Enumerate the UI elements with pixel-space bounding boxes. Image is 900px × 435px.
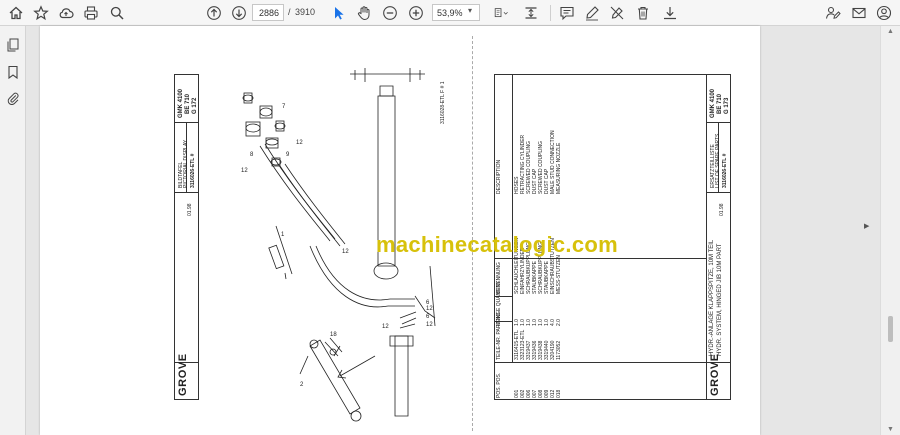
left-edition: BE 710 — [185, 93, 191, 114]
callout-12a: 12 — [296, 140, 303, 146]
scroll-thumb[interactable] — [888, 316, 893, 342]
callout-12f: 12 — [382, 324, 389, 330]
callout-18: 18 — [330, 332, 337, 338]
save-download-icon[interactable] — [660, 3, 680, 23]
previous-page-icon[interactable] — [204, 3, 224, 23]
page-thumbnails-icon[interactable] — [4, 36, 22, 54]
print-icon[interactable] — [81, 3, 101, 23]
right-brand-logo: GROVE — [709, 353, 721, 396]
zoom-search-icon[interactable] — [107, 3, 127, 23]
left-page-ref: 01.98 — [187, 203, 193, 216]
right-page-ref: 01.98 — [719, 203, 725, 216]
row-8-pos: 018 — [556, 389, 562, 398]
row-8-desc-en: MEASURING NOZZLE — [556, 142, 562, 194]
header-desc-en: DESCRIPTION — [496, 159, 502, 194]
page-separator: / — [288, 7, 291, 17]
zoom-dropdown-icon[interactable]: ▾ — [468, 6, 472, 15]
callout-6b: 6 — [426, 314, 430, 320]
row-8-desc-de: MESS-STUTZEN — [556, 255, 562, 294]
collapse-right-panel-icon[interactable]: ▶ — [864, 222, 869, 230]
scroll-down-icon[interactable]: ▼ — [887, 426, 894, 433]
callout-12d: 12 — [426, 306, 433, 312]
right-sheet-number: G 173 — [724, 97, 730, 114]
zoom-level-input[interactable] — [432, 4, 480, 21]
vertical-scrollbar[interactable]: ▲ ▼ — [880, 26, 900, 435]
hand-pan-icon[interactable] — [354, 3, 374, 23]
home-icon[interactable] — [6, 3, 26, 23]
watermark-text: machinecatalogic.com — [376, 232, 618, 257]
callout-7: 7 — [282, 104, 286, 110]
zoom-in-icon[interactable] — [406, 3, 426, 23]
select-cursor-icon[interactable] — [329, 3, 349, 23]
cloud-upload-icon[interactable] — [56, 3, 76, 23]
erase-highlight-icon[interactable] — [607, 3, 627, 23]
assembly-title-en: HYDR. SYSTEM, HINGED JIB 10M PART — [717, 243, 723, 356]
callout-12b: 12 — [241, 168, 248, 174]
left-sheet-number: G 172 — [192, 97, 198, 114]
account-icon[interactable] — [874, 3, 894, 23]
callout-12c: 12 — [342, 249, 349, 255]
row-8-qty: 2.0 — [556, 319, 562, 326]
callout-9: 9 — [286, 152, 290, 158]
bookmarks-icon[interactable] — [4, 63, 22, 81]
highlight-pen-icon[interactable] — [582, 3, 602, 23]
left-sidebar — [0, 26, 26, 435]
assembly-title-de: HYDR.-ANLAGE KLAPPSPITZE, 10M TEIL — [709, 239, 715, 356]
callout-8: 8 — [250, 152, 254, 158]
callout-2: 2 — [300, 382, 304, 388]
next-page-icon[interactable] — [229, 3, 249, 23]
row-8-part-no: 1173052 — [556, 340, 562, 360]
left-model: GMK 4100 — [178, 88, 184, 118]
delete-trash-icon[interactable] — [633, 3, 653, 23]
left-title-en: PICTORIAL DISPLAY — [183, 139, 189, 188]
left-brand-logo: GROVE — [177, 353, 189, 396]
header-desc-de: BENENNUNG — [496, 262, 502, 294]
right-part-number: 3116026-ETL # — [722, 153, 728, 188]
right-edition: BE 710 — [717, 93, 723, 114]
comment-icon[interactable] — [557, 3, 577, 23]
callout-12e: 12 — [426, 322, 433, 328]
header-pos: POS. POS. — [496, 372, 502, 398]
scroll-mode-icon[interactable] — [521, 3, 541, 23]
right-model: GMK 4100 — [710, 88, 716, 118]
attachments-icon[interactable] — [4, 89, 22, 107]
bookmark-star-icon[interactable] — [31, 3, 51, 23]
document-viewport: GMK 4100 BE 710 G 172 BILDTAFEL PICTORIA… — [26, 26, 880, 435]
page-total: 3910 — [295, 7, 316, 17]
page-view-icon[interactable] — [488, 3, 514, 23]
toolbar: / 3910 ▾ — [0, 0, 900, 26]
pdf-page: GMK 4100 BE 710 G 172 BILDTAFEL PICTORIA… — [40, 26, 760, 435]
scroll-up-icon[interactable]: ▲ — [887, 28, 894, 35]
page-number-input[interactable] — [252, 4, 284, 21]
right-title-en: LIST OF SPARE PARTS — [715, 133, 721, 188]
left-part-number: 3116026-ETL # — [190, 153, 196, 188]
sign-document-icon[interactable] — [823, 3, 843, 23]
email-icon[interactable] — [849, 3, 869, 23]
zoom-out-icon[interactable] — [380, 3, 400, 23]
callout-1: 1 — [281, 232, 285, 238]
